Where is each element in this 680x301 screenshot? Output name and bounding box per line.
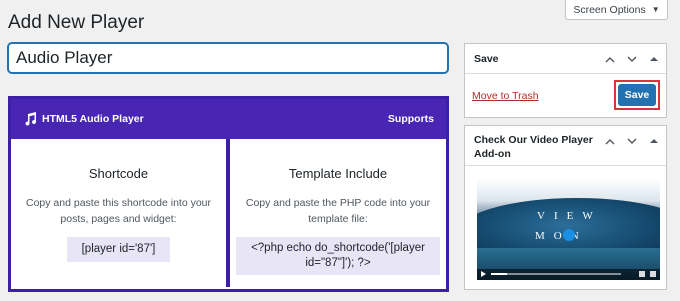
screen-options-label: Screen Options bbox=[573, 3, 646, 16]
video-progress-fill bbox=[491, 273, 507, 275]
collapse-toggle-icon[interactable] bbox=[648, 53, 660, 65]
save-metabox: Save Move to Trash Save bbox=[464, 43, 667, 118]
video-control-icons bbox=[639, 271, 656, 277]
collapse-toggle-icon[interactable] bbox=[648, 135, 660, 147]
shortcode-code[interactable]: [player id='87'] bbox=[67, 237, 170, 262]
plugin-brand-label: HTML5 Audio Player bbox=[42, 113, 144, 125]
template-include-description: Copy and paste the PHP code into your te… bbox=[245, 197, 431, 225]
page-title: Add New Player bbox=[8, 12, 145, 33]
video-player-thumbnail[interactable]: VIEW MON bbox=[477, 178, 660, 280]
move-up-icon[interactable] bbox=[604, 135, 616, 147]
template-include-panel: Template Include Copy and paste the PHP … bbox=[230, 139, 446, 287]
video-addon-header: Check Our Video Player Add-on bbox=[465, 126, 666, 166]
template-include-code[interactable]: <?php echo do_shortcode('[player id="87"… bbox=[236, 237, 440, 275]
video-addon-controls bbox=[604, 132, 660, 150]
save-button[interactable]: Save bbox=[618, 84, 656, 106]
play-icon[interactable] bbox=[563, 229, 575, 241]
player-title-input[interactable]: Audio Player bbox=[8, 43, 448, 73]
caret-down-icon: ▼ bbox=[651, 5, 660, 14]
move-to-trash-link[interactable]: Move to Trash bbox=[472, 90, 539, 102]
template-include-title: Template Include bbox=[288, 166, 388, 181]
thumbnail-title-line1: VIEW bbox=[537, 210, 602, 222]
plugin-brand: HTML5 Audio Player bbox=[24, 112, 144, 126]
supports-link[interactable]: Supports bbox=[388, 113, 434, 125]
move-up-icon[interactable] bbox=[604, 53, 616, 65]
music-note-icon bbox=[24, 112, 37, 126]
shortcode-panel: Shortcode Copy and paste this shortcode … bbox=[11, 139, 226, 287]
thumbnail-title-line2: MON bbox=[535, 230, 588, 242]
plugin-header: HTML5 Audio Player Supports bbox=[11, 99, 446, 139]
volume-icon[interactable] bbox=[639, 271, 645, 277]
video-addon-metabox: Check Our Video Player Add-on VIEW MON bbox=[464, 125, 667, 290]
video-controls-bar bbox=[477, 269, 660, 280]
save-metabox-title: Save bbox=[474, 52, 499, 65]
shortcode-title: Shortcode bbox=[88, 166, 149, 181]
small-play-icon[interactable] bbox=[481, 271, 486, 277]
shortcode-description: Copy and paste this shortcode into your … bbox=[25, 197, 212, 225]
save-metabox-header: Save bbox=[465, 44, 666, 74]
save-button-highlight: Save bbox=[614, 80, 660, 110]
screen-options-button[interactable]: Screen Options ▼ bbox=[565, 0, 668, 20]
move-down-icon[interactable] bbox=[626, 53, 638, 65]
video-progress-bar[interactable] bbox=[491, 273, 621, 275]
video-addon-title: Check Our Video Player Add-on bbox=[474, 134, 593, 160]
save-metabox-controls bbox=[604, 44, 660, 74]
move-down-icon[interactable] bbox=[626, 135, 638, 147]
player-info-panel: HTML5 Audio Player Supports Shortcode Co… bbox=[8, 96, 449, 292]
fullscreen-icon[interactable] bbox=[650, 271, 656, 277]
